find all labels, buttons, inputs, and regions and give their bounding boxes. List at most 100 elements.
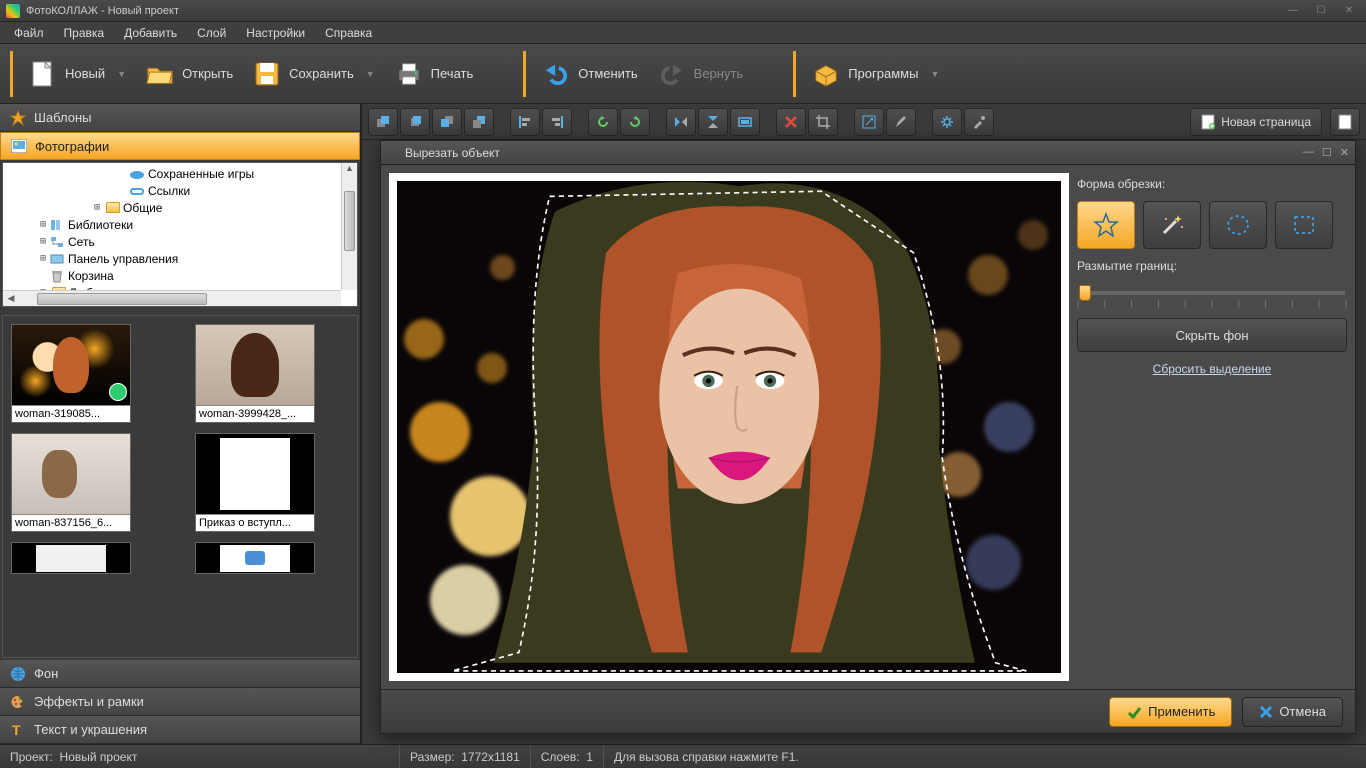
thumbnail-item[interactable]: woman-837156_6...	[11, 433, 131, 532]
hide-background-button[interactable]: Скрыть фон	[1077, 318, 1347, 352]
eyedropper-button[interactable]	[964, 108, 994, 136]
thumbnail-item[interactable]: woman-3999428_...	[195, 324, 315, 423]
thumbnail-item[interactable]: Приказ о вступл...	[195, 433, 315, 532]
palette-icon	[10, 694, 26, 710]
undo-button[interactable]: Отменить	[532, 54, 647, 94]
dialog-maximize-button[interactable]: ☐	[1322, 146, 1332, 159]
layer-back-button[interactable]	[464, 108, 494, 136]
text-header[interactable]: T Текст и украшения	[0, 716, 360, 744]
tree-vertical-scrollbar[interactable]: ▲	[341, 163, 357, 290]
tree-item-network[interactable]: ⊞Сеть	[3, 233, 357, 250]
status-project: Проект: Новый проект	[0, 745, 400, 768]
controller-icon	[129, 167, 145, 181]
photos-header[interactable]: Фотографии	[0, 132, 360, 160]
new-file-icon	[29, 60, 57, 88]
folder-open-icon	[146, 60, 174, 88]
canvas-image[interactable]	[397, 181, 1061, 673]
photo-icon	[11, 138, 27, 154]
thumbnails-panel[interactable]: woman-319085... woman-3999428_... woman-…	[2, 315, 358, 658]
canvas-frame	[389, 173, 1069, 681]
thumbnail-item[interactable]: woman-319085...	[11, 324, 131, 423]
printer-icon	[395, 60, 423, 88]
fit-button[interactable]	[730, 108, 760, 136]
menu-settings[interactable]: Настройки	[236, 23, 315, 43]
layer-front-button[interactable]	[368, 108, 398, 136]
print-button[interactable]: Печать	[385, 54, 484, 94]
save-button[interactable]: Сохранить ▼	[243, 54, 385, 94]
layer-forward-button[interactable]	[400, 108, 430, 136]
dropdown-icon: ▼	[117, 69, 126, 79]
star-icon	[10, 110, 26, 126]
rotate-right-button[interactable]	[620, 108, 650, 136]
folder-tree[interactable]: Сохраненные игры Ссылки ⊞Общие ⊞Библиоте…	[2, 162, 358, 307]
brush-button[interactable]	[886, 108, 916, 136]
status-help: Для вызова справки нажмите F1.	[604, 745, 1366, 768]
globe-icon	[10, 666, 26, 682]
undo-icon	[542, 60, 570, 88]
shape-ellipse-button[interactable]	[1209, 201, 1267, 249]
thumbnail-item[interactable]	[195, 542, 315, 574]
flip-horizontal-button[interactable]	[666, 108, 696, 136]
templates-label: Шаблоны	[34, 110, 92, 125]
redo-button[interactable]: Вернуть	[648, 54, 754, 94]
programs-button[interactable]: Программы ▼	[802, 54, 949, 94]
dialog-close-button[interactable]: ✕	[1340, 146, 1349, 159]
dialog-title-bar[interactable]: Вырезать объект — ☐ ✕	[381, 141, 1355, 165]
menu-file[interactable]: Файл	[4, 23, 54, 43]
minimize-button[interactable]: —	[1282, 4, 1304, 18]
menu-edit[interactable]: Правка	[54, 23, 115, 43]
crop-button[interactable]	[808, 108, 838, 136]
dialog-footer: Применить Отмена	[381, 689, 1355, 733]
reset-selection-link[interactable]: Сбросить выделение	[1077, 362, 1347, 376]
tree-item-trash[interactable]: Корзина	[3, 267, 357, 284]
tree-item-links[interactable]: Ссылки	[3, 182, 357, 199]
tree-horizontal-scrollbar[interactable]: ◀	[3, 290, 341, 306]
tree-item-libraries[interactable]: ⊞Библиотеки	[3, 216, 357, 233]
rotate-left-button[interactable]	[588, 108, 618, 136]
check-icon	[1126, 704, 1142, 720]
trash-icon	[49, 269, 65, 283]
new-page-button[interactable]: Новая страница	[1190, 108, 1322, 136]
toolbar-separator	[793, 51, 796, 97]
new-button[interactable]: Новый ▼	[19, 54, 136, 94]
cancel-button[interactable]: Отмена	[1242, 697, 1343, 727]
layer-backward-button[interactable]	[432, 108, 462, 136]
effects-header[interactable]: Эффекты и рамки	[0, 688, 360, 716]
maximize-button[interactable]: ☐	[1310, 4, 1332, 18]
align-left-button[interactable]	[510, 108, 540, 136]
tree-item-control-panel[interactable]: ⊞Панель управления	[3, 250, 357, 267]
dropdown-icon: ▼	[930, 69, 939, 79]
redo-label: Вернуть	[694, 66, 744, 81]
gear-button[interactable]	[932, 108, 962, 136]
flip-vertical-button[interactable]	[698, 108, 728, 136]
redo-icon	[658, 60, 686, 88]
menu-help[interactable]: Справка	[315, 23, 382, 43]
svg-text:T: T	[12, 722, 21, 738]
dialog-minimize-button[interactable]: —	[1303, 146, 1314, 159]
tree-item-saved-games[interactable]: Сохраненные игры	[3, 165, 357, 182]
delete-button[interactable]	[776, 108, 806, 136]
background-label: Фон	[34, 666, 58, 681]
close-button[interactable]: ✕	[1338, 4, 1360, 18]
menu-add[interactable]: Добавить	[114, 23, 187, 43]
window-title: ФотоКОЛЛАЖ - Новый проект	[26, 5, 179, 17]
tree-item-common[interactable]: ⊞Общие	[3, 199, 357, 216]
left-panel: Шаблоны Фотографии Сохраненные игры Ссыл…	[0, 104, 362, 744]
templates-header[interactable]: Шаблоны	[0, 104, 360, 132]
dropdown-icon: ▼	[366, 69, 375, 79]
resize-button[interactable]	[854, 108, 884, 136]
background-header[interactable]: Фон	[0, 660, 360, 688]
shape-rectangle-button[interactable]	[1275, 201, 1333, 249]
open-button[interactable]: Открыть	[136, 54, 243, 94]
shape-magic-wand-button[interactable]	[1143, 201, 1201, 249]
save-label: Сохранить	[289, 66, 354, 81]
menu-layer[interactable]: Слой	[187, 23, 236, 43]
thumbnail-item[interactable]	[11, 542, 131, 574]
blur-slider[interactable]: |||||||||||	[1077, 283, 1347, 308]
extra-page-button[interactable]	[1330, 108, 1360, 136]
text-icon: T	[10, 722, 26, 738]
print-label: Печать	[431, 66, 474, 81]
apply-button[interactable]: Применить	[1109, 697, 1232, 727]
align-right-button[interactable]	[542, 108, 572, 136]
shape-freehand-button[interactable]	[1077, 201, 1135, 249]
